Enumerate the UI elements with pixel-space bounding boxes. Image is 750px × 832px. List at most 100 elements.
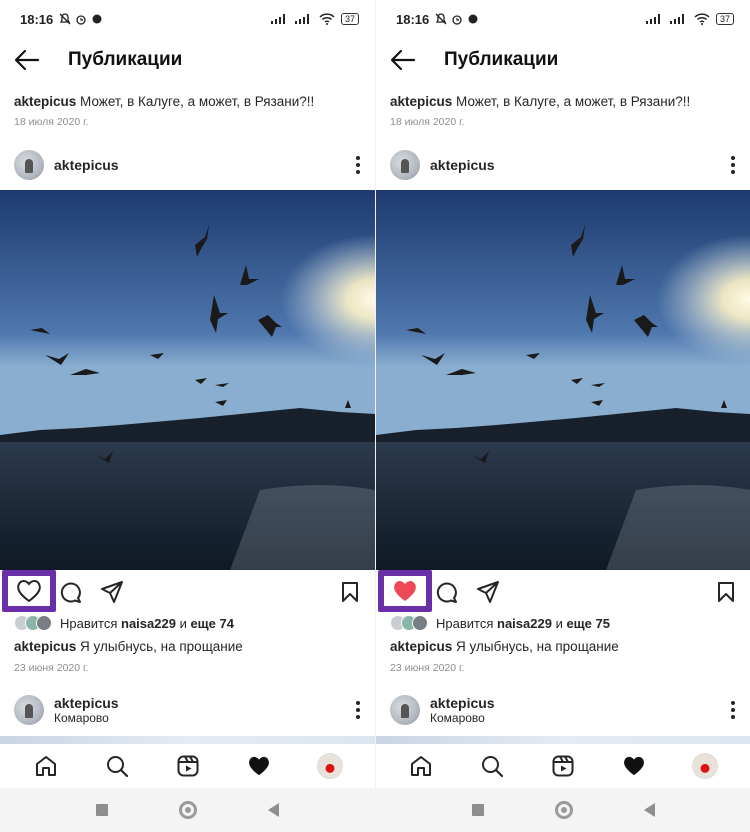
caption-text: Я улыбнусь, на прощание [456,639,619,654]
likes-and: и [555,615,563,631]
activity-heart-icon[interactable] [247,755,271,777]
next-post-photo[interactable] [376,736,750,744]
likes-user[interactable]: naisa229 [497,616,552,631]
caption-username[interactable]: aktepicus [390,639,452,654]
share-icon[interactable] [476,580,500,604]
comment-icon[interactable] [58,580,82,604]
top-bar: Публикации [0,40,375,80]
post-caption: aktepicus Я улыбнусь, на прощание [14,639,243,654]
likes-more[interactable]: еще 75 [566,616,610,631]
bottom-tab-bar [376,744,750,788]
home-circle-icon[interactable] [178,801,197,819]
chat-bubble-status-icon [92,14,102,24]
status-time: 18:16 [20,11,54,27]
back-triangle-icon[interactable] [643,803,655,817]
share-icon[interactable] [100,580,124,604]
tab-home[interactable] [401,746,441,786]
bookmark-icon[interactable] [340,581,360,603]
likes-prefix: Нравится [436,615,494,631]
next-post-location[interactable]: Комарово [430,711,495,725]
back-triangle-icon[interactable] [268,803,280,817]
next-post-location[interactable]: Комарово [54,711,119,725]
avatar[interactable] [390,695,420,725]
search-icon[interactable] [105,754,129,778]
battery-indicator: 37 [715,13,734,25]
signal-icon-2 [294,14,309,24]
previous-post-username[interactable]: aktepicus [14,94,76,109]
recent-apps-icon[interactable] [471,804,484,816]
search-icon[interactable] [480,754,504,778]
tab-profile[interactable] [685,746,725,786]
profile-avatar[interactable] [691,753,718,779]
post-photo[interactable] [0,190,375,570]
recent-apps-icon[interactable] [95,804,108,816]
tab-activity[interactable] [239,746,279,786]
next-post-photo[interactable] [0,736,375,744]
share-button[interactable] [468,572,508,612]
profile-avatar[interactable] [316,753,343,779]
previous-post-username[interactable]: aktepicus [390,94,452,109]
caption-username[interactable]: aktepicus [14,639,76,654]
likes-prefix: Нравится [60,615,118,631]
tab-activity[interactable] [614,746,654,786]
status-time: 18:16 [396,11,430,27]
save-button[interactable] [330,572,370,612]
reels-icon[interactable] [176,754,200,778]
likes-summary[interactable]: Нравится naisa229 и еще 74 [14,615,234,631]
screen-before-like: 18:16 37 Публикации aktepicus Может, в К… [0,0,375,832]
avatar[interactable] [14,695,44,725]
alarm-icon [452,15,462,25]
comment-button[interactable] [50,572,90,612]
more-options-icon[interactable] [355,156,361,174]
likes-summary[interactable]: Нравится naisa229 и еще 75 [390,615,610,631]
post-caption: aktepicus Я улыбнусь, на прощание [390,639,619,654]
post-username[interactable]: aktepicus [54,157,119,173]
tab-search[interactable] [97,746,137,786]
more-options-icon[interactable] [355,701,361,719]
mute-notification-icon [435,13,447,25]
next-post-username[interactable]: aktepicus [430,695,495,711]
comment-icon[interactable] [434,580,458,604]
bottom-tab-bar [0,744,375,788]
previous-post-caption: aktepicus Может, в Калуге, а может, в Ря… [14,94,314,109]
previous-post-date: 18 июля 2020 г. [390,116,465,128]
screen-after-like: 18:16 37 Публикации aktepicus Может, в К… [375,0,750,832]
signal-icon-2 [669,14,684,24]
tab-reels[interactable] [168,746,208,786]
more-options-icon[interactable] [730,156,736,174]
next-post-username[interactable]: aktepicus [54,695,119,711]
previous-post-caption-text: Может, в Калуге, а может, в Рязани?!! [456,94,691,109]
avatar[interactable] [14,150,44,180]
tab-reels[interactable] [543,746,583,786]
mute-notification-icon [59,13,71,25]
post-actions [0,572,375,612]
likes-user[interactable]: naisa229 [121,616,176,631]
post-photo[interactable] [376,190,750,570]
bookmark-icon[interactable] [716,581,736,603]
likes-more[interactable]: еще 74 [190,616,234,631]
status-bar: 18:16 37 [396,8,734,30]
tab-profile[interactable] [310,746,350,786]
save-button[interactable] [706,572,746,612]
page-title: Публикации [68,49,183,70]
home-circle-icon[interactable] [554,801,573,819]
system-nav-bar [376,788,750,832]
previous-post-date: 18 июля 2020 г. [14,116,89,128]
more-options-icon[interactable] [730,701,736,719]
home-icon[interactable] [409,754,433,778]
reels-icon[interactable] [551,754,575,778]
post-username[interactable]: aktepicus [430,157,495,173]
back-arrow-icon[interactable] [390,48,416,72]
top-bar: Публикации [376,40,750,80]
tab-search[interactable] [472,746,512,786]
post-header: aktepicus [390,150,736,180]
back-arrow-icon[interactable] [14,48,40,72]
status-bar: 18:16 37 [20,8,359,30]
home-icon[interactable] [34,754,58,778]
activity-heart-icon[interactable] [622,755,646,777]
avatar[interactable] [390,150,420,180]
share-button[interactable] [92,572,132,612]
likes-and: и [179,615,187,631]
tab-home[interactable] [26,746,66,786]
comment-button[interactable] [426,572,466,612]
